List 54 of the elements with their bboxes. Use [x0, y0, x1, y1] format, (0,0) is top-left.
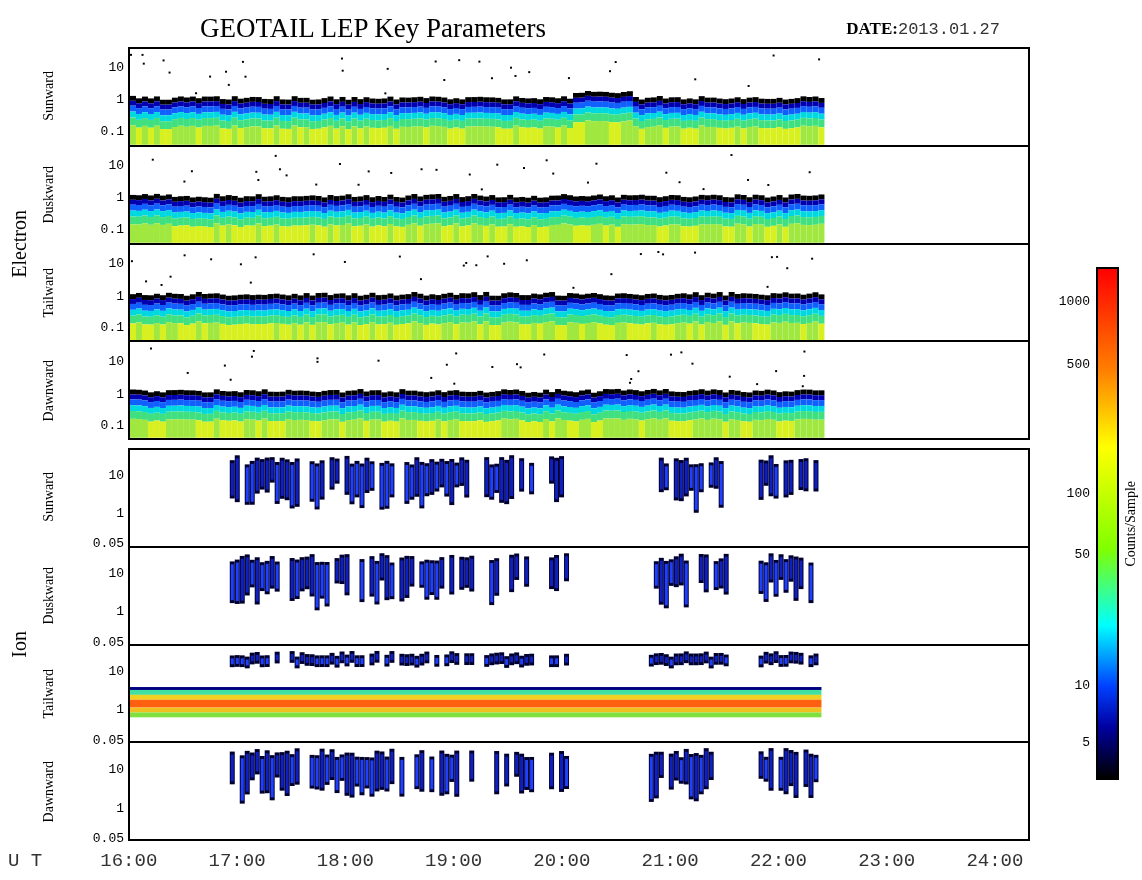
x-tick-label: 17:00	[207, 849, 267, 874]
y-tick-label: 1	[116, 289, 124, 303]
group-label: Ion	[9, 631, 29, 658]
x-tick-label: 23:00	[857, 849, 917, 874]
plot-title: GEOTAIL LEP Key Parameters	[200, 15, 546, 42]
x-axis-label: U T	[8, 849, 44, 874]
panel-label: Duskward	[42, 165, 56, 224]
colorbar-tick-label: 10	[1074, 678, 1090, 692]
y-tick-label: 0.05	[92, 733, 124, 747]
colorbar-tick-label: 1000	[1058, 294, 1090, 308]
panel-label: Sunward	[42, 71, 56, 121]
x-tick-label: 18:00	[315, 849, 375, 874]
panel-label: Dawnward	[42, 761, 56, 823]
date-label: DATE:	[846, 17, 898, 40]
y-tick-label: 10	[108, 468, 124, 481]
y-tick-label: 1	[116, 506, 124, 520]
x-tick-label: 24:00	[965, 849, 1025, 874]
panel-label: Sunward	[42, 472, 56, 522]
x-tick-label: 21:00	[640, 849, 700, 874]
y-tick-label: 10	[108, 158, 124, 172]
y-tick-label: 10	[108, 60, 124, 74]
panel-label: Dawnward	[42, 360, 56, 422]
y-tick-label: 1	[116, 702, 124, 716]
y-tick-label: 0.1	[100, 320, 124, 334]
y-tick-label: 0.1	[100, 124, 124, 137]
y-tick-label: 1	[116, 387, 124, 401]
y-tick-label: 1	[116, 92, 124, 106]
colorbar-tick-label: 500	[1066, 357, 1090, 371]
panel-label: Tailward	[42, 267, 56, 318]
group-label: Electron	[9, 209, 29, 278]
y-tick-label: 1	[116, 801, 124, 815]
x-tick-label: 20:00	[532, 849, 592, 874]
y-tick-label: 10	[108, 762, 124, 776]
y-tick-label: 10	[108, 664, 124, 678]
x-tick-label: 19:00	[424, 849, 484, 874]
y-tick-label: 10	[108, 354, 124, 368]
date-value: 2013.01.27	[897, 18, 1000, 41]
y-tick-label: 0.05	[92, 635, 124, 649]
y-tick-label: 10	[108, 256, 124, 270]
colorbar-tick-label: 5	[1082, 735, 1090, 748]
colorbar-tick-label: 100	[1066, 486, 1090, 500]
y-tick-label: 0.1	[100, 222, 124, 236]
colorbar-tick-label: 50	[1074, 547, 1090, 561]
panel-label: Tailward	[42, 668, 56, 719]
colorbar-label: Counts/Sample	[1123, 480, 1138, 567]
y-tick-label: 0.05	[92, 831, 124, 845]
y-tick-label: 1	[116, 604, 124, 618]
x-tick-label: 22:00	[748, 849, 808, 874]
x-tick-label: 16:00	[99, 849, 159, 874]
y-tick-label: 10	[108, 566, 124, 580]
y-tick-label: 0.1	[100, 418, 124, 432]
panel-label: Duskward	[42, 566, 56, 625]
y-tick-label: 1	[116, 190, 124, 204]
y-tick-label: 0.05	[92, 536, 124, 550]
